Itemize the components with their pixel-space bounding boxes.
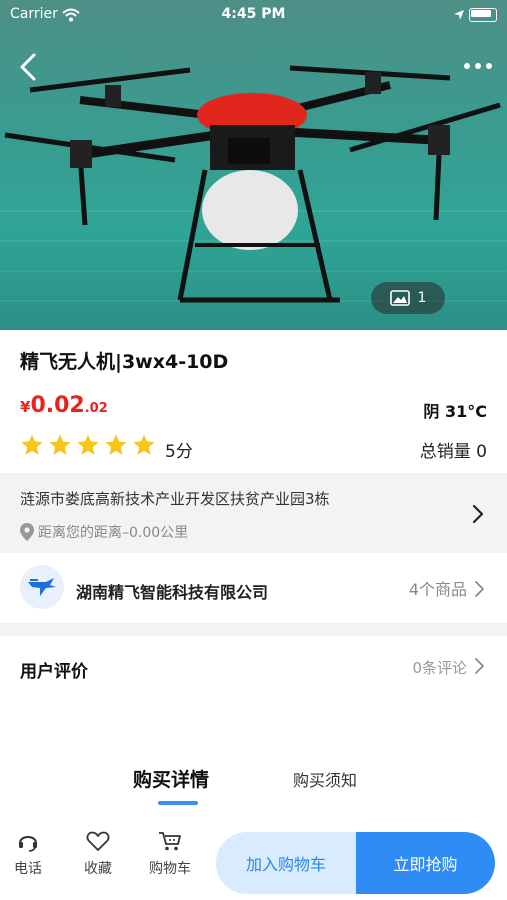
distance-text: 距离您的距离–0.00公里 (38, 525, 189, 541)
cart-button[interactable]: 购物车 (142, 830, 198, 878)
product-title: 精飞无人机|3wx4-10D (20, 351, 229, 373)
battery-icon (469, 8, 497, 22)
headset-icon (19, 836, 37, 852)
phone-label: 电话 (14, 861, 42, 877)
rating-stars (20, 433, 156, 457)
reviews-count[interactable]: 0条评论 (412, 657, 467, 678)
price-sub: .02 (84, 401, 108, 416)
chevron-right-icon (475, 581, 484, 597)
more-options-icon[interactable] (461, 56, 495, 76)
status-bar: Carrier 4:45 PM (0, 0, 507, 30)
shop-logo (20, 565, 64, 609)
chevron-right-icon[interactable] (473, 657, 485, 675)
star-icon (77, 434, 99, 455)
price-main: 0.02 (30, 393, 85, 418)
star-icon (105, 434, 127, 455)
favorite-button[interactable]: 收藏 (70, 830, 126, 878)
star-icon (49, 434, 71, 455)
favorite-label: 收藏 (84, 861, 112, 877)
location-pin-icon (20, 523, 34, 541)
back-icon[interactable] (14, 50, 44, 84)
drone-image (4, 65, 501, 303)
address-text: 涟源市娄底高新技术产业开发区扶贫产业园3栋 (20, 490, 330, 508)
status-time: 4:45 PM (221, 6, 286, 22)
shop-product-count: 4个商品 (408, 580, 467, 599)
section-divider (0, 624, 507, 636)
cart-icon (159, 832, 181, 851)
price-currency: ¥ (20, 398, 31, 416)
phone-button[interactable]: 电话 (0, 830, 56, 878)
reviews-title: 用户评价 (20, 662, 88, 682)
drone-logo-icon (28, 578, 56, 596)
tab-purchase-notes[interactable]: 购买须知 (293, 767, 357, 791)
add-to-cart-button[interactable]: 加入购物车 (216, 832, 356, 894)
star-icon (21, 434, 43, 455)
product-image-gallery[interactable]: Carrier 4:45 PM 1 (0, 0, 507, 330)
chevron-right-icon[interactable] (471, 504, 485, 524)
active-tab-indicator (158, 801, 198, 805)
image-icon (389, 290, 410, 306)
buy-now-button[interactable]: 立即抢购 (356, 832, 495, 894)
photo-count: 1 (417, 290, 427, 306)
heart-icon (86, 831, 110, 851)
cart-label: 购物车 (149, 861, 191, 877)
star-icon (133, 434, 155, 455)
tab-purchase-details[interactable]: 购买详情 (133, 765, 209, 792)
location-arrow-icon (454, 10, 464, 20)
distance-row: 距离您的距离–0.00公里 (20, 522, 188, 542)
weather-label: 阴 31°C (423, 402, 487, 421)
total-sales: 总销量 0 (419, 442, 487, 462)
shop-name: 湖南精飞智能科技有限公司 (76, 583, 269, 602)
product-price: ¥0.02.02 (20, 393, 108, 418)
photo-count-badge[interactable]: 1 (371, 282, 445, 314)
rating-score: 5分 (165, 442, 193, 462)
